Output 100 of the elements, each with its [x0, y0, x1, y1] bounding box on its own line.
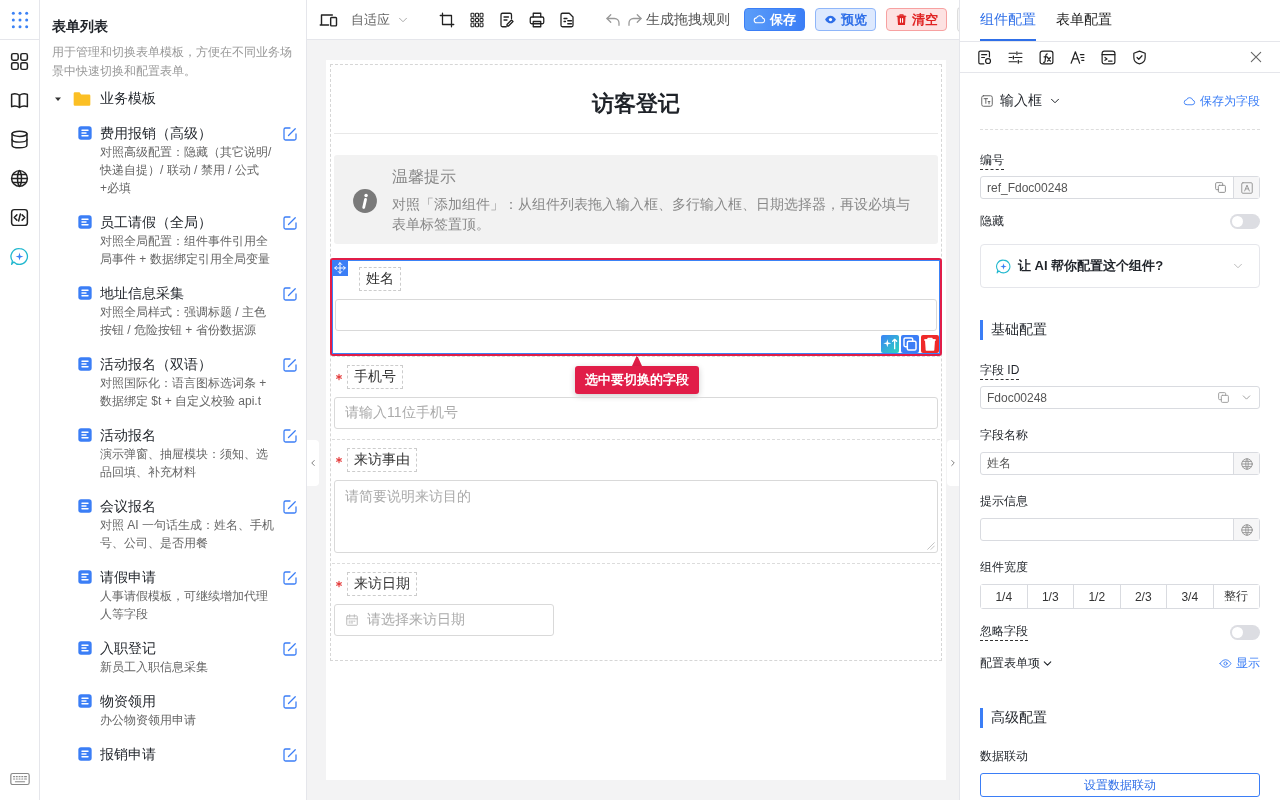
- resize-grip-icon: [927, 542, 935, 550]
- toggle-switch[interactable]: [1230, 624, 1260, 640]
- form-items-dropdown[interactable]: 配置表单项: [980, 655, 1054, 672]
- components-icon[interactable]: [9, 51, 30, 72]
- globe-icon[interactable]: [9, 168, 30, 189]
- crop-icon[interactable]: [438, 10, 456, 29]
- folder-item[interactable]: 业务模板: [72, 89, 156, 109]
- show-link[interactable]: 显示: [1219, 655, 1260, 672]
- edit-icon[interactable]: [281, 356, 299, 374]
- ai-assistant-icon: [995, 257, 1012, 275]
- input-field[interactable]: [335, 299, 937, 331]
- ai-edit-icon[interactable]: [881, 335, 899, 353]
- move-handle-icon[interactable]: [332, 260, 348, 276]
- config-tab[interactable]: 组件配置: [980, 0, 1036, 41]
- section-title: 基础配置: [980, 320, 1047, 340]
- book-icon[interactable]: [9, 90, 30, 111]
- data-linkage-button[interactable]: 设置数据联动: [980, 773, 1260, 797]
- edit-icon[interactable]: [281, 125, 299, 143]
- edit-icon[interactable]: [281, 427, 299, 445]
- document-icon[interactable]: [558, 10, 576, 29]
- collapse-left-handle[interactable]: [307, 440, 319, 486]
- template-description: 办公物资领用申请: [100, 712, 197, 729]
- ai-assist-panel[interactable]: 让 AI 帮你配置这个组件?: [980, 244, 1260, 288]
- number-field[interactable]: ref_Fdoc00248: [980, 176, 1260, 199]
- field-label: 数据联动: [980, 748, 1028, 765]
- clear-button[interactable]: 清空: [886, 8, 947, 31]
- edit-icon[interactable]: [281, 640, 299, 658]
- template-title[interactable]: 请假申请: [100, 567, 156, 587]
- generate-rules-link[interactable]: 生成拖拽规则: [646, 10, 730, 29]
- edit-icon[interactable]: [281, 693, 299, 711]
- save-as-field-link[interactable]: 保存为字段: [1183, 92, 1260, 110]
- function-icon[interactable]: [1038, 48, 1055, 66]
- form-title: 访客登记: [592, 90, 680, 118]
- copy-icon[interactable]: [901, 335, 919, 353]
- document-icon: [77, 498, 93, 514]
- close-icon[interactable]: [1248, 49, 1264, 65]
- template-title[interactable]: 活动报名（双语）: [100, 354, 212, 374]
- edit-icon[interactable]: [281, 285, 299, 303]
- save-button[interactable]: 保存: [744, 8, 805, 31]
- field-label: 姓名: [359, 267, 401, 291]
- text-input-icon: [980, 94, 994, 108]
- ai-assistant-icon[interactable]: [9, 246, 30, 267]
- edit-icon[interactable]: [281, 498, 299, 516]
- note-edit-icon[interactable]: [498, 10, 516, 29]
- template-title[interactable]: 员工请假（全局）: [100, 212, 212, 232]
- field-label: 来访日期: [347, 572, 417, 596]
- template-title[interactable]: 地址信息采集: [100, 283, 184, 303]
- delete-icon[interactable]: [921, 335, 939, 353]
- app-grid-icon[interactable]: [9, 9, 30, 30]
- panel-title: 表单列表: [52, 17, 108, 36]
- print-icon[interactable]: [528, 10, 546, 29]
- section-title: 高级配置: [980, 708, 1047, 728]
- tooltip: 选中要切换的字段: [575, 355, 699, 394]
- toggle-switch[interactable]: [1230, 214, 1260, 229]
- template-title[interactable]: 报销申请: [100, 744, 156, 764]
- trash-icon: [895, 13, 908, 26]
- edit-icon[interactable]: [281, 569, 299, 587]
- copy-icon[interactable]: [1217, 391, 1230, 404]
- sliders-icon[interactable]: [1007, 48, 1024, 66]
- component-type-dropdown[interactable]: 输入框: [980, 92, 1062, 110]
- field-id-select[interactable]: Fdoc00248: [980, 386, 1260, 409]
- config-tab[interactable]: 表单配置: [1056, 0, 1112, 41]
- panel-description: 用于管理和切换表单模板，方便在不同业务场景中快速切换和配置表单。: [52, 44, 293, 80]
- hint-input[interactable]: [980, 518, 1260, 541]
- width-option[interactable]: 1/4: [981, 585, 1028, 608]
- copy-icon[interactable]: [1214, 181, 1227, 194]
- code-icon[interactable]: [9, 207, 30, 228]
- text-style-icon[interactable]: [1069, 48, 1086, 66]
- template-title[interactable]: 活动报名: [100, 425, 156, 445]
- notice-text: 对照「添加组件」：从组件列表拖入输入框、多行输入框、日期选择器，再设必填与表单标签置顶。: [392, 195, 911, 234]
- eye-icon: [824, 13, 837, 26]
- field-label: 忽略字段: [980, 623, 1028, 641]
- collapse-right-handle[interactable]: [947, 440, 959, 486]
- form-settings-icon[interactable]: [976, 48, 993, 66]
- edit-icon[interactable]: [281, 746, 299, 764]
- template-description: 对照 AI 一句话生成：姓名、手机号、公司、是否用餐: [100, 517, 274, 552]
- notice-title: 温馨提示: [392, 167, 456, 187]
- shield-check-icon[interactable]: [1131, 48, 1148, 66]
- field-label: 组件宽度: [980, 559, 1028, 576]
- document-icon: [77, 746, 93, 762]
- template-description: 演示弹窗、抽屉模块：须知、选品回填、补充材料: [100, 446, 269, 481]
- grid-icon[interactable]: [468, 10, 486, 29]
- document-icon: [77, 285, 93, 301]
- field-name-input[interactable]: 姓名: [980, 452, 1260, 475]
- edit-icon[interactable]: [281, 214, 299, 232]
- database-icon[interactable]: [9, 129, 30, 150]
- template-title[interactable]: 费用报销（高级）: [100, 123, 212, 143]
- field-label: 来访事由: [347, 448, 417, 472]
- text-format-icon[interactable]: [1239, 180, 1254, 195]
- preview-button[interactable]: 预览: [815, 8, 876, 31]
- device-mode-dropdown[interactable]: 自适应: [349, 6, 412, 33]
- template-description: 对照国际化：语言图标选词条 + 数据绑定 $t + 自定义校验 api.t: [100, 375, 268, 410]
- template-title[interactable]: 物资领用: [100, 691, 156, 711]
- field-label: 手机号: [347, 365, 403, 389]
- terminal-icon[interactable]: [1100, 48, 1117, 66]
- template-description: 人事请假模板，可继续增加代理人等字段: [100, 588, 269, 623]
- template-title[interactable]: 入职登记: [100, 638, 156, 658]
- ai-assist-text: 让 AI 帮你配置这个组件?: [1018, 257, 1164, 275]
- template-title[interactable]: 会议报名: [100, 496, 156, 516]
- chevron-right-icon: [948, 458, 958, 468]
